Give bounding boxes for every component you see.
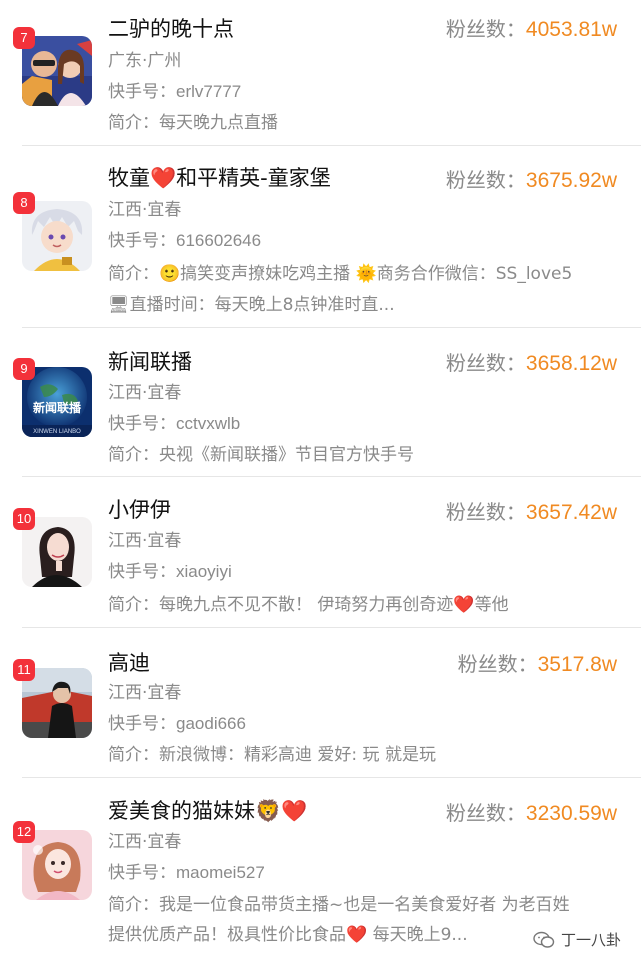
fans-value: 3657.42w bbox=[525, 501, 617, 524]
list-item[interactable]: 9 新闻联播 XINWEN LIANBO 新闻联播 粉丝数：3658.12w 江… bbox=[0, 328, 641, 477]
streamer-name[interactable]: 高迪 bbox=[108, 647, 150, 677]
rank-badge: 8 bbox=[13, 192, 35, 214]
fans-value: 3517.8w bbox=[537, 653, 617, 676]
streamer-name[interactable]: 小伊伊 bbox=[108, 494, 171, 524]
fans-label: 粉丝数： bbox=[445, 17, 526, 41]
bio: 简介：每晚九点不见不散！ 伊琦努力再创奇迹❤️等他 bbox=[108, 590, 509, 615]
bio: 简介：我是一位食品带货主播~也是一名美食爱好者 为老百姓 bbox=[108, 890, 570, 915]
id-label: 快手号： bbox=[108, 82, 176, 102]
id-value: gaodi666 bbox=[176, 714, 246, 733]
id-label: 快手号： bbox=[108, 562, 176, 582]
id-label: 快手号： bbox=[108, 863, 176, 883]
id-label: 快手号： bbox=[108, 231, 176, 251]
fans-value: 3675.92w bbox=[525, 169, 617, 192]
avatar[interactable]: 10 bbox=[13, 508, 92, 587]
list-item[interactable]: 10 小伊伊 粉丝数：3657.42w 江西·宜春 快手号：xiaoyiyi 简… bbox=[0, 477, 641, 628]
bio-text-continued: 🖥直播时间：每天晚上8点钟准时直... bbox=[108, 295, 395, 315]
location: 广东·广州 bbox=[108, 51, 182, 71]
kuaishou-id: 快手号：gaodi666 bbox=[108, 709, 246, 734]
bio-text-continued: 提供优质产品！极具性价比食品❤️ 每天晚上9... bbox=[108, 925, 468, 945]
fans-count: 粉丝数：4053.81w bbox=[446, 13, 617, 42]
streamer-name[interactable]: 牧童❤️和平精英-童家堡 bbox=[108, 162, 331, 192]
id-value: erlv7777 bbox=[176, 82, 242, 101]
list-item[interactable]: 8 牧童❤️和平精英-童家堡 粉丝数：3675.92w 江西·宜春 快手号：61 bbox=[0, 146, 641, 328]
bio: 简介：🙂搞笑变声撩妹吃鸡主播 🌞商务合作微信：SS_love5 bbox=[108, 259, 572, 284]
bio-text: 央视《新闻联播》节目官方快手号 bbox=[159, 445, 414, 465]
location: 江西·宜春 bbox=[108, 531, 182, 551]
avatar[interactable]: 8 bbox=[13, 192, 92, 271]
fans-value: 3658.12w bbox=[525, 352, 617, 375]
bio: 简介：央视《新闻联播》节目官方快手号 bbox=[108, 440, 414, 465]
location: 江西·宜春 bbox=[108, 832, 182, 852]
bio: 简介：新浪微博：精彩高迪 爱好: 玩 就是玩 bbox=[108, 740, 436, 765]
bio-label: 简介： bbox=[108, 113, 159, 133]
fans-count: 粉丝数：3657.42w bbox=[446, 496, 617, 525]
id-value: maomei527 bbox=[176, 863, 265, 882]
avatar[interactable]: 9 新闻联播 XINWEN LIANBO bbox=[13, 358, 92, 437]
fans-value: 4053.81w bbox=[525, 18, 617, 41]
fans-count: 粉丝数：3230.59w bbox=[446, 797, 617, 826]
kuaishou-id: 快手号：maomei527 bbox=[108, 858, 265, 883]
bio-label: 简介： bbox=[108, 895, 159, 915]
fans-value: 3230.59w bbox=[525, 802, 617, 825]
avatar[interactable]: 11 bbox=[13, 659, 92, 738]
streamer-name[interactable]: 爱美食的猫妹妹🦁❤️ bbox=[108, 795, 307, 825]
bio-text: 🙂搞笑变声撩妹吃鸡主播 🌞商务合作微信：SS_love5 bbox=[159, 264, 573, 284]
streamer-name[interactable]: 新闻联播 bbox=[108, 346, 192, 376]
location: 江西·宜春 bbox=[108, 683, 182, 703]
kuaishou-id: 快手号：cctvxwlb bbox=[108, 409, 240, 434]
bio-label: 简介： bbox=[108, 264, 159, 284]
streamer-name[interactable]: 二驴的晚十点 bbox=[108, 13, 234, 43]
bio-label: 简介： bbox=[108, 595, 159, 615]
location: 江西·宜春 bbox=[108, 200, 182, 220]
bio-text: 新浪微博：精彩高迪 爱好: 玩 就是玩 bbox=[159, 745, 436, 765]
avatar[interactable]: 12 bbox=[13, 821, 92, 900]
rank-badge: 7 bbox=[13, 27, 35, 49]
bio-text: 我是一位食品带货主播~也是一名美食爱好者 为老百姓 bbox=[159, 895, 570, 915]
rank-badge: 11 bbox=[13, 659, 35, 681]
wechat-icon bbox=[533, 931, 555, 948]
list-item[interactable]: 7 二驴的晚十点 粉丝数：4053.81w 广东·广州 快手号：erlv7777… bbox=[0, 0, 641, 146]
fans-label: 粉丝数： bbox=[445, 801, 526, 825]
avatar[interactable]: 7 bbox=[13, 27, 92, 106]
fans-count: 粉丝数：3517.8w bbox=[458, 648, 617, 677]
fans-count: 粉丝数：3675.92w bbox=[446, 164, 617, 193]
fans-label: 粉丝数： bbox=[457, 652, 538, 676]
bio-text: 每晚九点不见不散！ 伊琦努力再创奇迹❤️等他 bbox=[159, 595, 509, 615]
kuaishou-id: 快手号：xiaoyiyi bbox=[108, 557, 232, 582]
list-item[interactable]: 11 高迪 粉丝数：3517.8w 江西·宜春 快手号：gaodi666 简介：… bbox=[0, 628, 641, 778]
rank-badge: 10 bbox=[13, 508, 35, 530]
id-value: 616602646 bbox=[176, 231, 262, 250]
fans-count: 粉丝数：3658.12w bbox=[446, 347, 617, 376]
fans-label: 粉丝数： bbox=[445, 351, 526, 375]
fans-label: 粉丝数： bbox=[445, 500, 526, 524]
kuaishou-id: 快手号：616602646 bbox=[108, 226, 261, 251]
news-logo-text: 新闻联播 bbox=[33, 400, 82, 415]
fans-label: 粉丝数： bbox=[445, 168, 526, 192]
watermark: 丁一八卦 bbox=[533, 929, 621, 950]
watermark-text: 丁一八卦 bbox=[560, 931, 621, 949]
rank-badge: 9 bbox=[13, 358, 35, 380]
bio-text: 每天晚九点直播 bbox=[159, 113, 278, 133]
location: 江西·宜春 bbox=[108, 383, 182, 403]
id-value: cctvxwlb bbox=[176, 414, 241, 433]
bio-label: 简介： bbox=[108, 445, 159, 465]
bio-label: 简介： bbox=[108, 745, 159, 765]
id-label: 快手号： bbox=[108, 414, 176, 434]
rank-badge: 12 bbox=[13, 821, 35, 843]
id-label: 快手号： bbox=[108, 714, 176, 734]
bio: 简介：每天晚九点直播 bbox=[108, 108, 278, 133]
kuaishou-id: 快手号：erlv7777 bbox=[108, 77, 241, 102]
news-logo-subtext: XINWEN LIANBO bbox=[33, 429, 81, 435]
id-value: xiaoyiyi bbox=[176, 562, 232, 581]
